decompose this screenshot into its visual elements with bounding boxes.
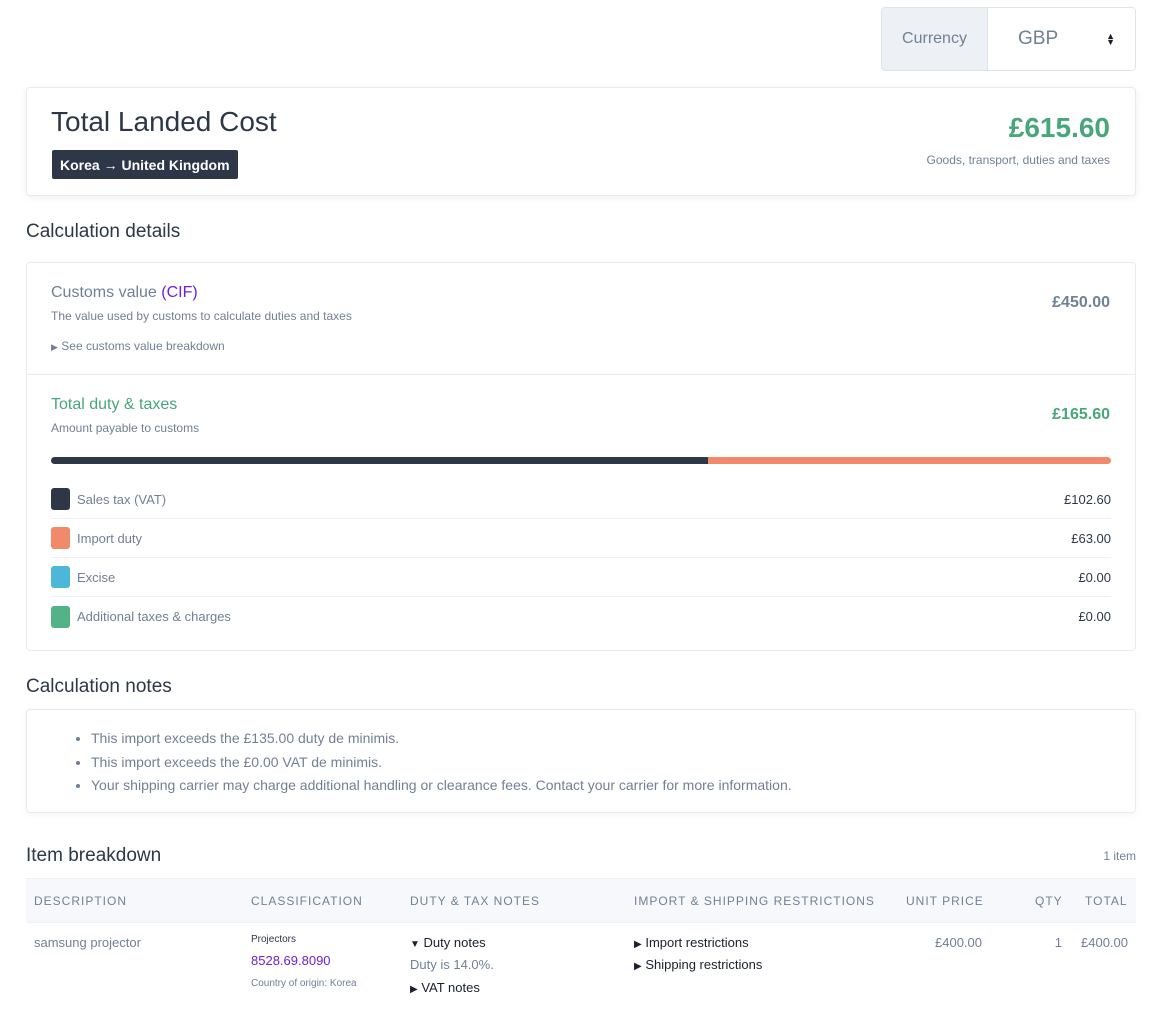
customs-value-label: Customs value: [51, 284, 157, 301]
currency-value: GBP: [1018, 28, 1059, 49]
caret-right-icon: ▶: [51, 342, 58, 352]
calculation-notes-card: This import exceeds the £135.00 duty de …: [26, 709, 1136, 813]
note-item: This import exceeds the £135.00 duty de …: [91, 728, 792, 752]
currency-label: Currency: [882, 8, 988, 70]
import-restrictions-label: Import restrictions: [645, 935, 749, 950]
duty-notes-text: Duty is 14.0%.: [410, 957, 494, 972]
duty-breakdown-legend: Sales tax (VAT) £102.60 Import duty £63.00 E…: [51, 480, 1111, 636]
breakdown-item-amount: £102.60: [1064, 491, 1111, 507]
header-qty: QTY: [1035, 894, 1063, 908]
customs-value-heading: Customs value (CIF): [51, 284, 198, 302]
breakdown-item: Additional taxes & charges £0.00: [51, 597, 1111, 636]
notes-list: This import exceeds the £135.00 duty de …: [91, 728, 792, 799]
caret-right-icon: ▶: [410, 984, 418, 995]
breakdown-item-name: Excise: [77, 569, 116, 585]
total-amount: £615.60: [1008, 112, 1110, 143]
item-count: 1 item: [1103, 849, 1136, 863]
breakdown-item: Import duty £63.00: [51, 519, 1111, 558]
shipping-restrictions-label: Shipping restrictions: [645, 957, 763, 972]
item-breakdown-title: Item breakdown: [26, 845, 162, 866]
vat-notes-label: VAT notes: [421, 980, 480, 995]
breakdown-item-amount: £0.00: [1078, 569, 1111, 585]
total-title: Total Landed Cost: [51, 106, 277, 137]
item-unit-price: £400.00: [935, 935, 982, 950]
select-arrows-icon: ▲ ▼: [1106, 31, 1115, 47]
duty-notes-label: Duty notes: [423, 935, 486, 950]
header-restrictions: IMPORT & SHIPPING RESTRICTIONS: [634, 894, 875, 908]
customs-value-description: The value used by customs to calculate d…: [51, 309, 352, 323]
breakdown-item: Sales tax (VAT) £102.60: [51, 480, 1111, 519]
duty-notes-toggle[interactable]: ▼ Duty notes: [410, 935, 486, 950]
header-unit-price: UNIT PRICE: [906, 894, 984, 908]
currency-selector: Currency GBP ▲ ▼: [881, 7, 1136, 71]
calculation-details-title: Calculation details: [26, 221, 181, 242]
calculation-details-card: Customs value (CIF) The value used by cu…: [26, 262, 1136, 651]
total-landed-cost-card: Total Landed Cost Korea → United Kingdom…: [26, 87, 1136, 196]
header-classification: CLASSIFICATION: [251, 894, 363, 908]
vat-notes-toggle[interactable]: ▶ VAT notes: [410, 980, 480, 995]
customs-breakdown-toggle[interactable]: ▶ See customs value breakdown: [51, 339, 225, 353]
duty-taxes-description: Amount payable to customs: [51, 421, 200, 435]
route-badge: Korea → United Kingdom: [52, 150, 238, 179]
legend-swatch: [51, 527, 70, 549]
customs-value-amount: £450.00: [1052, 294, 1110, 311]
breakdown-item-name: Additional taxes & charges: [77, 609, 231, 624]
header-total: TOTAL: [1085, 894, 1128, 908]
total-subtitle: Goods, transport, duties and taxes: [926, 153, 1110, 167]
note-item: This import exceeds the £0.00 VAT de min…: [91, 752, 792, 776]
table-header: DESCRIPTION CLASSIFICATION DUTY & TAX NO…: [26, 878, 1136, 923]
legend-swatch: [51, 488, 70, 510]
caret-down-icon: ▼: [410, 939, 420, 950]
import-restrictions-toggle[interactable]: ▶ Import restrictions: [634, 935, 749, 950]
caret-right-icon: ▶: [634, 961, 642, 972]
shipping-restrictions-toggle[interactable]: ▶ Shipping restrictions: [634, 957, 762, 972]
legend-swatch: [51, 566, 70, 588]
breakdown-item: Excise £0.00: [51, 558, 1111, 597]
customs-breakdown-label: See customs value breakdown: [61, 339, 225, 353]
hs-code-link[interactable]: 8528.69.8090: [251, 953, 331, 968]
header-duty-tax-notes: DUTY & TAX NOTES: [410, 894, 541, 908]
breakdown-item-name: Import duty: [77, 530, 143, 546]
breakdown-item-name: Sales tax (VAT): [77, 491, 167, 507]
duty-taxes-amount: £165.60: [1052, 406, 1110, 423]
legend-swatch: [51, 605, 70, 628]
bar-segment: [51, 457, 708, 464]
header-description: DESCRIPTION: [34, 894, 128, 908]
cif-link[interactable]: (CIF): [161, 284, 197, 301]
currency-select[interactable]: GBP ▲ ▼: [988, 8, 1135, 70]
breakdown-item-amount: £63.00: [1071, 530, 1111, 546]
item-description: samsung projector: [34, 935, 141, 950]
item-total: £400.00: [1081, 935, 1128, 950]
note-item: Your shipping carrier may charge additio…: [91, 775, 792, 799]
item-classification-name: Projectors: [251, 934, 297, 945]
duty-taxes-label: Total duty & taxes: [51, 396, 178, 413]
bar-segment: [707, 457, 1111, 464]
item-qty: 1: [1054, 935, 1062, 950]
caret-right-icon: ▶: [634, 939, 642, 950]
breakdown-item-amount: £0.00: [1078, 609, 1111, 624]
customs-value-row: Customs value (CIF) The value used by cu…: [27, 263, 1135, 375]
country-of-origin: Country of origin: Korea: [251, 978, 357, 989]
duty-breakdown-bar: [51, 457, 1111, 464]
calculation-notes-title: Calculation notes: [26, 676, 172, 697]
